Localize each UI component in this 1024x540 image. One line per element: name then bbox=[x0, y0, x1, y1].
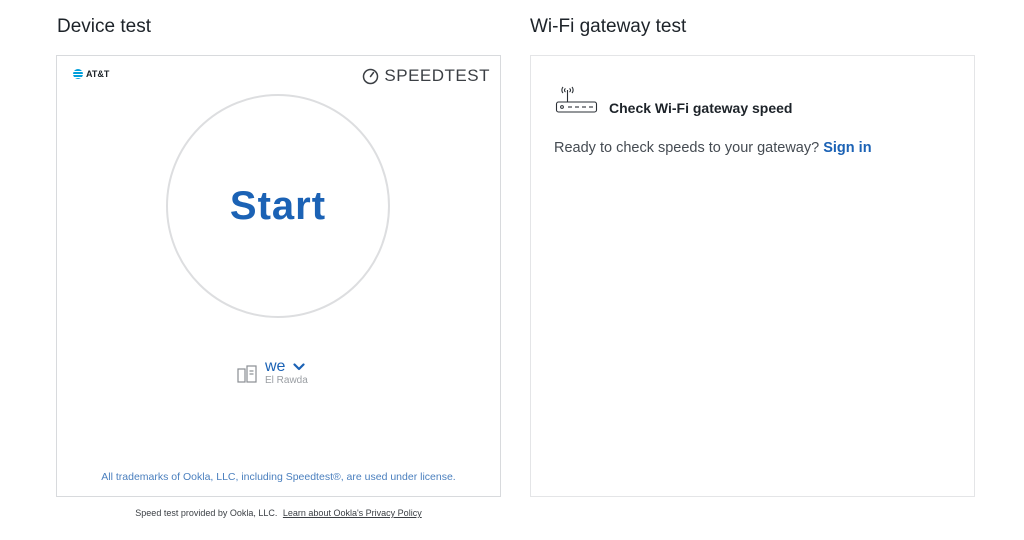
att-logo-text: AT&T bbox=[86, 69, 110, 79]
wifi-gateway-header-label: Check Wi-Fi gateway speed bbox=[609, 100, 793, 116]
footer-text: Speed test provided by Ookla, LLC. bbox=[135, 508, 278, 518]
wifi-gateway-header: Check Wi-Fi gateway speed bbox=[555, 86, 792, 116]
provider-dropdown[interactable]: we bbox=[265, 359, 308, 375]
wifi-gateway-card: Check Wi-Fi gateway speed Ready to check… bbox=[530, 55, 975, 497]
provider-name: we bbox=[265, 358, 286, 375]
speedtest-logo-text: SPEEDTEST bbox=[384, 66, 490, 85]
att-globe-icon bbox=[73, 69, 83, 79]
att-logo: AT&T bbox=[73, 69, 109, 79]
start-label: Start bbox=[229, 183, 327, 228]
wifi-gateway-test-title: Wi-Fi gateway test bbox=[530, 16, 687, 37]
provider-selector: we El Rawda bbox=[237, 359, 308, 386]
privacy-policy-link[interactable]: Learn about Ookla's Privacy Policy bbox=[283, 508, 422, 518]
device-test-card: AT&T SPEEDTEST Start we El Rawda All tra… bbox=[56, 55, 501, 497]
speedtest-logo: SPEEDTEST bbox=[362, 66, 490, 86]
chevron-down-icon[interactable] bbox=[293, 363, 306, 371]
server-icon bbox=[237, 365, 257, 383]
footer-note: Speed test provided by Ookla, LLC. Learn… bbox=[56, 508, 501, 518]
sign-in-link[interactable]: Sign in bbox=[823, 140, 871, 156]
provider-location: El Rawda bbox=[265, 375, 308, 386]
speedometer-icon bbox=[363, 68, 379, 84]
wifi-gateway-description: Ready to check speeds to your gateway? S… bbox=[554, 140, 872, 156]
wifi-gateway-description-text: Ready to check speeds to your gateway? bbox=[554, 140, 820, 156]
provider-info: we El Rawda bbox=[265, 359, 308, 386]
start-test-button[interactable]: Start bbox=[166, 94, 390, 318]
device-test-title: Device test bbox=[57, 16, 151, 37]
router-icon bbox=[555, 86, 598, 113]
trademark-notice: All trademarks of Ookla, LLC, including … bbox=[101, 471, 456, 483]
